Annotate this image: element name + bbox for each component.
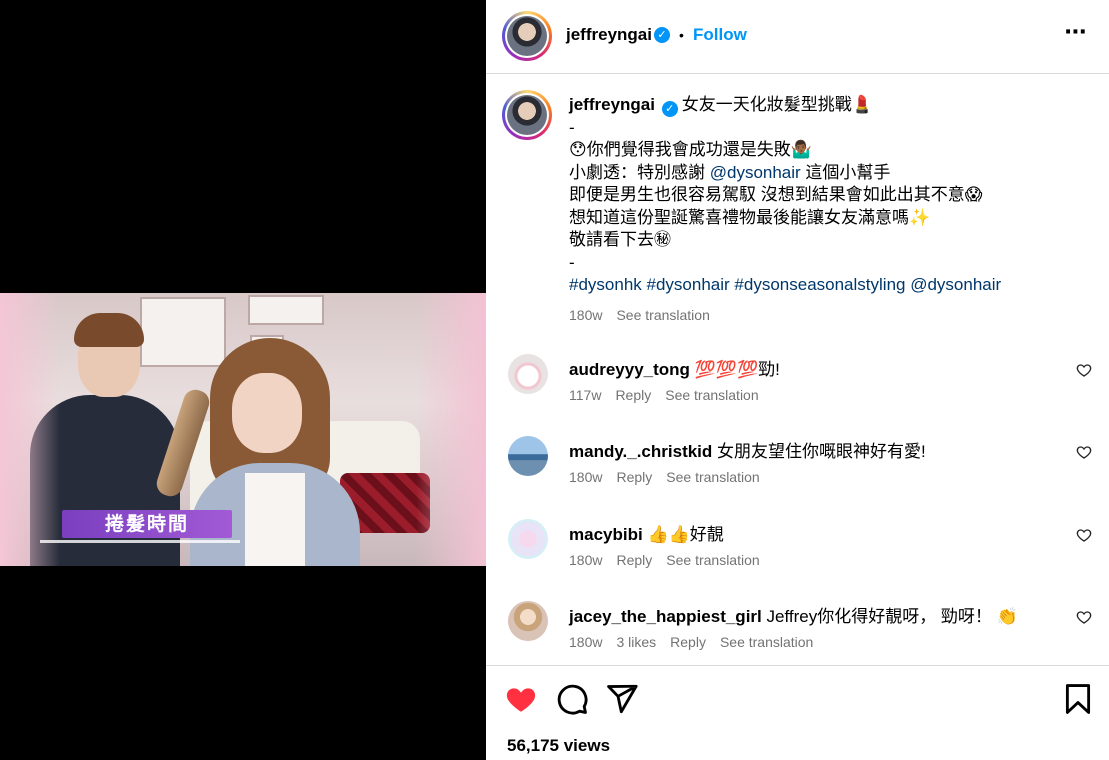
video-caption-banner: 捲髮時間 [62, 510, 232, 538]
caption-line-3: 😯你們覺得我會成功還是失敗🤷🏾‍♂️ [569, 140, 812, 159]
view-count[interactable]: 56,175 views [507, 736, 610, 756]
comment-age[interactable]: 180w [569, 552, 602, 568]
caption-line-8: - [569, 252, 575, 272]
post-caption: jeffreyngai ✓ 女友一天化妝髮型挑戰💄 - 😯你們覺得我會成功還是失敗… [569, 94, 1089, 297]
caption-avatar[interactable] [502, 90, 552, 140]
author-username[interactable]: jeffreyngai [566, 25, 652, 45]
caption-hashtags: #dysonhk #dysonhair #dysonseasonalstylin… [569, 274, 1089, 297]
mention-link[interactable]: @dysonhair [710, 163, 801, 182]
comment-text: macybibi 👍👍好靚 [569, 520, 724, 545]
see-translation-link[interactable]: See translation [666, 552, 759, 568]
share-icon[interactable] [605, 682, 639, 716]
caption-title: 女友一天化妝髮型挑戰💄 [681, 95, 873, 114]
media-pane[interactable]: 捲髮時間 [0, 0, 486, 760]
follow-button[interactable]: Follow [693, 25, 747, 45]
comment-text: audreyyy_tong 💯💯💯勁! [569, 355, 780, 380]
see-translation-link[interactable]: See translation [720, 634, 813, 650]
caption-username[interactable]: jeffreyngai [569, 95, 655, 114]
see-translation-link[interactable]: See translation [665, 387, 758, 403]
reply-button[interactable]: Reply [670, 634, 706, 650]
caption-line-7: 敬請看下去㊙ [569, 230, 671, 249]
caption-line-6: 想知道這份聖誕驚喜禮物最後能讓女友滿意嗎✨ [569, 207, 931, 227]
hashtag-link[interactable]: #dysonhk [569, 275, 642, 294]
comment-icon[interactable] [555, 682, 589, 716]
separator-dot: • [679, 27, 684, 43]
bookmark-icon[interactable] [1061, 682, 1095, 716]
comment-text: mandy._.christkid 女朋友望住你嘅眼神好有愛! [569, 437, 926, 462]
comment-item: macybibi 👍👍好靚 180w Reply See translation [508, 519, 1098, 589]
caption-line-2: - [569, 117, 575, 137]
comment-meta: 180w 3 likes Reply See translation [569, 634, 827, 650]
caption-line-5: 即便是男生也很容易駕馭 沒想到結果會如此出其不意😱 [569, 185, 983, 204]
commenter-avatar[interactable] [508, 601, 548, 641]
commenter-username[interactable]: audreyyy_tong [569, 360, 690, 379]
caption-line-4: 小劇透：特別感謝 @dysonhair 這個小幫手 [569, 162, 1089, 185]
commenter-username[interactable]: jacey_the_happiest_girl [569, 607, 762, 626]
reply-button[interactable]: Reply [616, 552, 652, 568]
see-translation-link[interactable]: See translation [616, 307, 709, 323]
comment-body: 女朋友望住你嘅眼神好有愛! [717, 442, 926, 461]
like-comment-icon[interactable] [1076, 609, 1092, 625]
post-sidebar: jeffreyngai ✓ • Follow ⋯ jeffreyngai ✓ 女友… [486, 0, 1109, 760]
commenter-avatar[interactable] [508, 519, 548, 559]
post-header: jeffreyngai ✓ • Follow ⋯ [486, 0, 1109, 74]
author-avatar[interactable] [502, 11, 552, 61]
like-comment-icon[interactable] [1076, 444, 1092, 460]
reply-button[interactable]: Reply [616, 469, 652, 485]
comment-age[interactable]: 180w [569, 634, 602, 650]
hashtag-link[interactable]: #dysonhair [647, 275, 730, 294]
comment-body: 💯💯💯勁! [694, 360, 780, 379]
hashtag-link[interactable]: #dysonseasonalstyling [734, 275, 905, 294]
comment-meta: 180w Reply See translation [569, 469, 774, 485]
verified-badge-icon: ✓ [654, 27, 670, 43]
comment-item: mandy._.christkid 女朋友望住你嘅眼神好有愛! 180w Repl… [508, 436, 1098, 506]
caption-line-4-text: 小劇透：特別感謝 [569, 162, 710, 182]
commenter-username[interactable]: mandy._.christkid [569, 442, 712, 461]
comment-body: 👍👍好靚 [647, 525, 724, 544]
comment-item: audreyyy_tong 💯💯💯勁! 117w Reply See transla… [508, 354, 1098, 424]
caption-meta: 180w See translation [569, 307, 724, 323]
mention-link[interactable]: @dysonhair [910, 275, 1001, 294]
comment-body: Jeffrey你化得好靚呀， 勁呀！ 👏 [766, 607, 1018, 626]
caption-line-1: jeffreyngai ✓ 女友一天化妝髮型挑戰💄 [569, 94, 1089, 117]
comment-meta: 117w Reply See translation [569, 387, 773, 403]
reply-button[interactable]: Reply [615, 387, 651, 403]
instagram-post: 捲髮時間 jeffreyngai ✓ • Follow ⋯ jeffreynga… [0, 0, 1109, 760]
comment-age[interactable]: 180w [569, 469, 602, 485]
commenter-avatar[interactable] [508, 436, 548, 476]
caption-age[interactable]: 180w [569, 307, 602, 323]
pink-frame-left [0, 293, 60, 566]
verified-badge-icon: ✓ [661, 101, 678, 117]
comment-likes[interactable]: 3 likes [616, 634, 656, 650]
comment-item: jacey_the_happiest_girl Jeffrey你化得好靚呀， 勁… [508, 601, 1098, 671]
caption-underline [40, 540, 240, 543]
commenter-avatar[interactable] [508, 354, 548, 394]
commenter-username[interactable]: macybibi [569, 525, 643, 544]
like-comment-icon[interactable] [1076, 362, 1092, 378]
heart-icon[interactable] [504, 682, 538, 716]
post-actions: 56,175 views [486, 665, 1109, 760]
wall-photo [248, 295, 324, 325]
more-options-icon[interactable]: ⋯ [1064, 21, 1088, 46]
video-player[interactable]: 捲髮時間 [0, 293, 486, 566]
comment-text: jacey_the_happiest_girl Jeffrey你化得好靚呀， 勁… [569, 602, 1018, 627]
like-comment-icon[interactable] [1076, 527, 1092, 543]
caption-line-4-suffix: 這個小幫手 [800, 162, 891, 182]
comment-age[interactable]: 117w [569, 387, 601, 403]
pink-frame-right [416, 293, 486, 566]
comment-meta: 180w Reply See translation [569, 552, 774, 568]
see-translation-link[interactable]: See translation [666, 469, 759, 485]
